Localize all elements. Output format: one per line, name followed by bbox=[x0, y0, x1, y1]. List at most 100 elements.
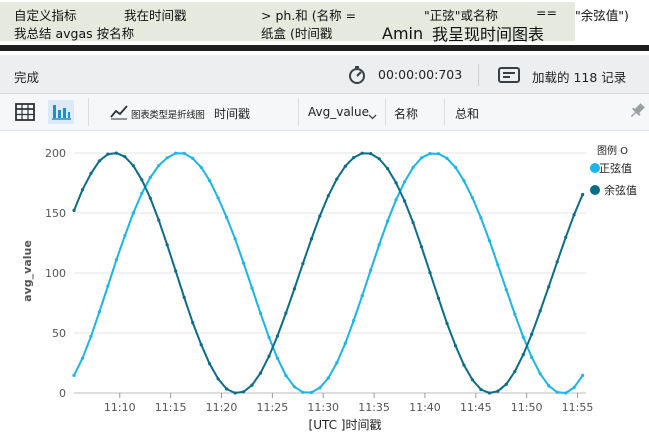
data-point[interactable] bbox=[106, 152, 110, 156]
data-point[interactable] bbox=[487, 239, 491, 243]
data-point[interactable] bbox=[318, 386, 322, 390]
data-point[interactable] bbox=[258, 371, 263, 375]
data-point[interactable] bbox=[547, 285, 551, 289]
data-point[interactable] bbox=[369, 152, 373, 156]
data-point[interactable] bbox=[165, 243, 169, 247]
data-point[interactable] bbox=[326, 194, 330, 198]
data-point[interactable] bbox=[208, 179, 212, 183]
data-point[interactable] bbox=[581, 373, 585, 377]
data-point[interactable] bbox=[470, 378, 474, 382]
data-point[interactable] bbox=[165, 156, 169, 160]
data-point[interactable] bbox=[352, 318, 356, 323]
data-point[interactable] bbox=[80, 356, 85, 360]
data-point[interactable] bbox=[352, 156, 356, 160]
data-point[interactable] bbox=[292, 385, 296, 389]
data-point[interactable] bbox=[140, 191, 144, 195]
data-point[interactable] bbox=[386, 167, 390, 171]
data-point[interactable] bbox=[530, 332, 534, 336]
data-point[interactable] bbox=[174, 269, 178, 273]
data-point[interactable] bbox=[335, 361, 339, 365]
data-point[interactable] bbox=[216, 196, 220, 200]
data-point[interactable] bbox=[419, 245, 424, 249]
data-point[interactable] bbox=[538, 372, 542, 376]
data-point[interactable] bbox=[250, 383, 254, 387]
legend-cosine-marker[interactable] bbox=[590, 185, 600, 195]
data-point[interactable] bbox=[445, 321, 449, 325]
data-point[interactable] bbox=[72, 208, 76, 213]
data-point[interactable] bbox=[275, 356, 279, 360]
data-point[interactable] bbox=[462, 363, 466, 367]
data-point[interactable] bbox=[191, 321, 195, 325]
data-point[interactable] bbox=[131, 211, 135, 215]
data-point[interactable] bbox=[377, 243, 381, 247]
data-point[interactable] bbox=[114, 258, 118, 262]
data-point[interactable] bbox=[123, 234, 127, 238]
aggregation-selector[interactable]: 总和 bbox=[455, 105, 479, 122]
pin-icon[interactable] bbox=[628, 102, 646, 120]
data-point[interactable] bbox=[208, 362, 212, 366]
data-point[interactable] bbox=[453, 165, 458, 169]
data-point[interactable] bbox=[182, 295, 186, 299]
data-point[interactable] bbox=[301, 262, 305, 266]
data-point[interactable] bbox=[148, 175, 152, 179]
data-point[interactable] bbox=[462, 179, 466, 183]
data-point[interactable] bbox=[131, 164, 135, 168]
data-point[interactable] bbox=[386, 219, 390, 223]
data-point[interactable] bbox=[564, 391, 568, 395]
data-point[interactable] bbox=[72, 373, 76, 377]
data-point[interactable] bbox=[453, 344, 458, 348]
data-point[interactable] bbox=[225, 387, 229, 391]
data-point[interactable] bbox=[309, 237, 313, 241]
data-point[interactable] bbox=[487, 391, 491, 395]
data-point[interactable] bbox=[326, 376, 330, 380]
table-view-icon[interactable] bbox=[12, 100, 38, 124]
data-point[interactable] bbox=[496, 263, 500, 267]
data-point[interactable] bbox=[225, 215, 229, 219]
data-point[interactable] bbox=[513, 312, 517, 316]
data-point[interactable] bbox=[436, 296, 441, 300]
data-point[interactable] bbox=[284, 373, 288, 378]
data-point[interactable] bbox=[436, 152, 441, 156]
data-point[interactable] bbox=[521, 353, 525, 357]
data-point[interactable] bbox=[97, 310, 101, 314]
data-point[interactable] bbox=[123, 155, 127, 159]
chevron-down-icon[interactable] bbox=[368, 109, 377, 123]
data-point[interactable] bbox=[360, 294, 364, 298]
data-point[interactable] bbox=[547, 384, 551, 388]
data-point[interactable] bbox=[191, 156, 195, 160]
data-point[interactable] bbox=[140, 178, 144, 182]
data-point[interactable] bbox=[411, 165, 415, 169]
data-point[interactable] bbox=[572, 213, 576, 217]
data-point[interactable] bbox=[428, 152, 432, 156]
data-point[interactable] bbox=[157, 218, 161, 222]
data-point[interactable] bbox=[504, 382, 508, 386]
data-point[interactable] bbox=[513, 369, 517, 374]
data-point[interactable] bbox=[106, 284, 110, 288]
data-point[interactable] bbox=[89, 334, 93, 338]
data-point[interactable] bbox=[199, 165, 203, 169]
data-point[interactable] bbox=[174, 151, 178, 155]
data-point[interactable] bbox=[267, 335, 271, 339]
data-point[interactable] bbox=[284, 311, 288, 315]
chart-type-selector[interactable]: 图表类型是折线图 bbox=[131, 107, 205, 121]
data-point[interactable] bbox=[267, 354, 271, 358]
data-point[interactable] bbox=[258, 311, 263, 315]
data-point[interactable] bbox=[292, 287, 296, 291]
data-point[interactable] bbox=[182, 151, 186, 155]
data-point[interactable] bbox=[301, 390, 305, 394]
legend-cosine-label[interactable]: 余弦值 bbox=[604, 183, 637, 197]
data-point[interactable] bbox=[377, 157, 381, 161]
data-point[interactable] bbox=[428, 271, 432, 275]
data-point[interactable] bbox=[80, 188, 85, 192]
data-point[interactable] bbox=[275, 334, 279, 338]
data-point[interactable] bbox=[403, 180, 407, 184]
data-point[interactable] bbox=[216, 377, 220, 381]
data-point[interactable] bbox=[538, 309, 542, 313]
x-column-selector[interactable]: 时间戳 bbox=[214, 105, 250, 122]
data-point[interactable] bbox=[148, 196, 152, 200]
data-point[interactable] bbox=[394, 181, 398, 185]
data-point[interactable] bbox=[199, 343, 203, 347]
data-point[interactable] bbox=[343, 164, 347, 168]
data-point[interactable] bbox=[504, 288, 508, 292]
data-point[interactable] bbox=[335, 177, 339, 181]
